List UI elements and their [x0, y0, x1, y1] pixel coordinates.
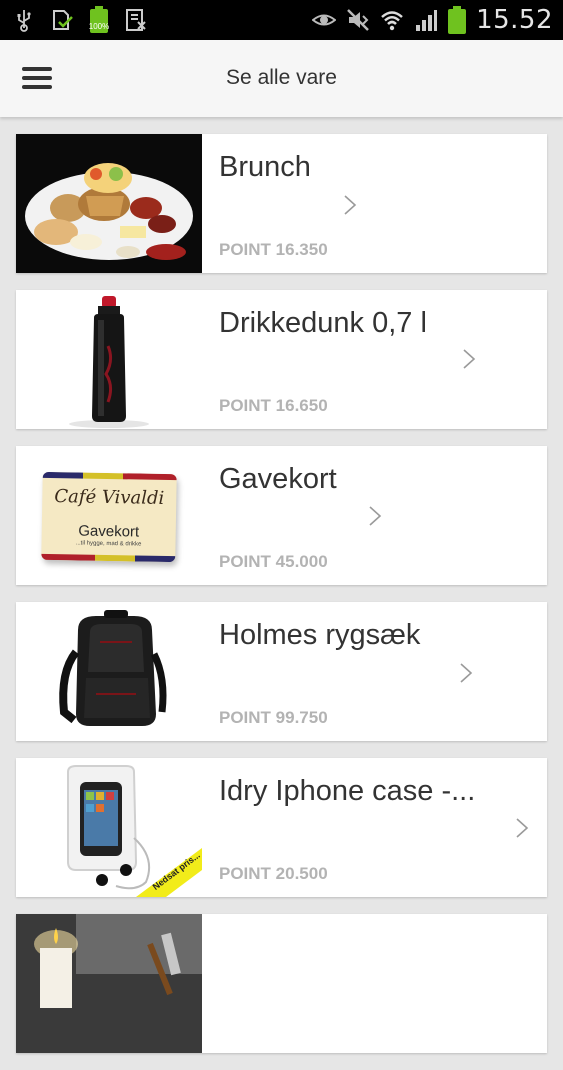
brunch-image [16, 134, 202, 273]
product-points: POINT 16.350 [219, 240, 328, 259]
app-header: Se alle vare [0, 40, 563, 117]
clock: 15.52 [476, 5, 553, 35]
product-points: POINT 20.500 [219, 864, 328, 883]
product-name: Drikkedunk 0,7 l [219, 307, 427, 339]
water-bottle-image [16, 290, 202, 429]
iphone-case-image: Nedsat pris... [16, 758, 202, 897]
status-bar: 100% 15.52 [0, 0, 563, 40]
product-name: Idry Iphone case -... [219, 775, 476, 807]
product-points: POINT 45.000 [219, 552, 328, 571]
page-title: Se alle vare [226, 66, 337, 89]
battery-icon [448, 6, 467, 34]
chevron-right-icon [369, 506, 382, 526]
download-complete-icon [53, 10, 73, 30]
product-list: Brunch POINT 16.350 Drikkedunk 0,7 l POI… [16, 134, 547, 1070]
product-name: Gavekort [219, 463, 337, 495]
product-points: POINT 99.750 [219, 708, 328, 727]
eye-icon [312, 14, 337, 26]
gift-card-brand: Café Vivaldi [54, 486, 165, 509]
mute-icon [347, 9, 369, 31]
product-name: Holmes rygsæk [219, 619, 421, 651]
chevron-right-icon [516, 818, 529, 838]
chevron-right-icon [344, 195, 357, 215]
battery-percent-label: 100% [88, 22, 110, 31]
signal-icon [416, 10, 438, 31]
wifi-icon [381, 11, 403, 31]
candle-coffee-image [16, 914, 202, 1053]
chevron-right-icon [463, 349, 476, 369]
product-points: POINT 16.650 [219, 396, 328, 415]
product-card-brunch[interactable]: Brunch POINT 16.350 [16, 134, 547, 273]
product-card-drikkedunk[interactable]: Drikkedunk 0,7 l POINT 16.650 [16, 290, 547, 429]
usb-icon [17, 10, 31, 32]
nfc-icon [126, 9, 146, 31]
gift-card-image: Café Vivaldi Gavekort ...til hygge, mad … [16, 446, 202, 585]
battery-full-icon: 100% [88, 6, 110, 34]
gift-card-subtext: ...til hygge, mad & drikke [75, 540, 142, 548]
chevron-right-icon [460, 663, 473, 683]
product-name: Brunch [219, 151, 311, 183]
backpack-image [16, 602, 202, 741]
product-card-partial[interactable] [16, 914, 547, 1053]
product-card-idry-iphone-case[interactable]: Nedsat pris... Idry Iphone case -... POI… [16, 758, 547, 897]
product-card-gavekort[interactable]: Café Vivaldi Gavekort ...til hygge, mad … [16, 446, 547, 585]
gift-card-label: Gavekort [78, 522, 140, 541]
product-card-holmes-rygsaek[interactable]: Holmes rygsæk POINT 99.750 [16, 602, 547, 741]
